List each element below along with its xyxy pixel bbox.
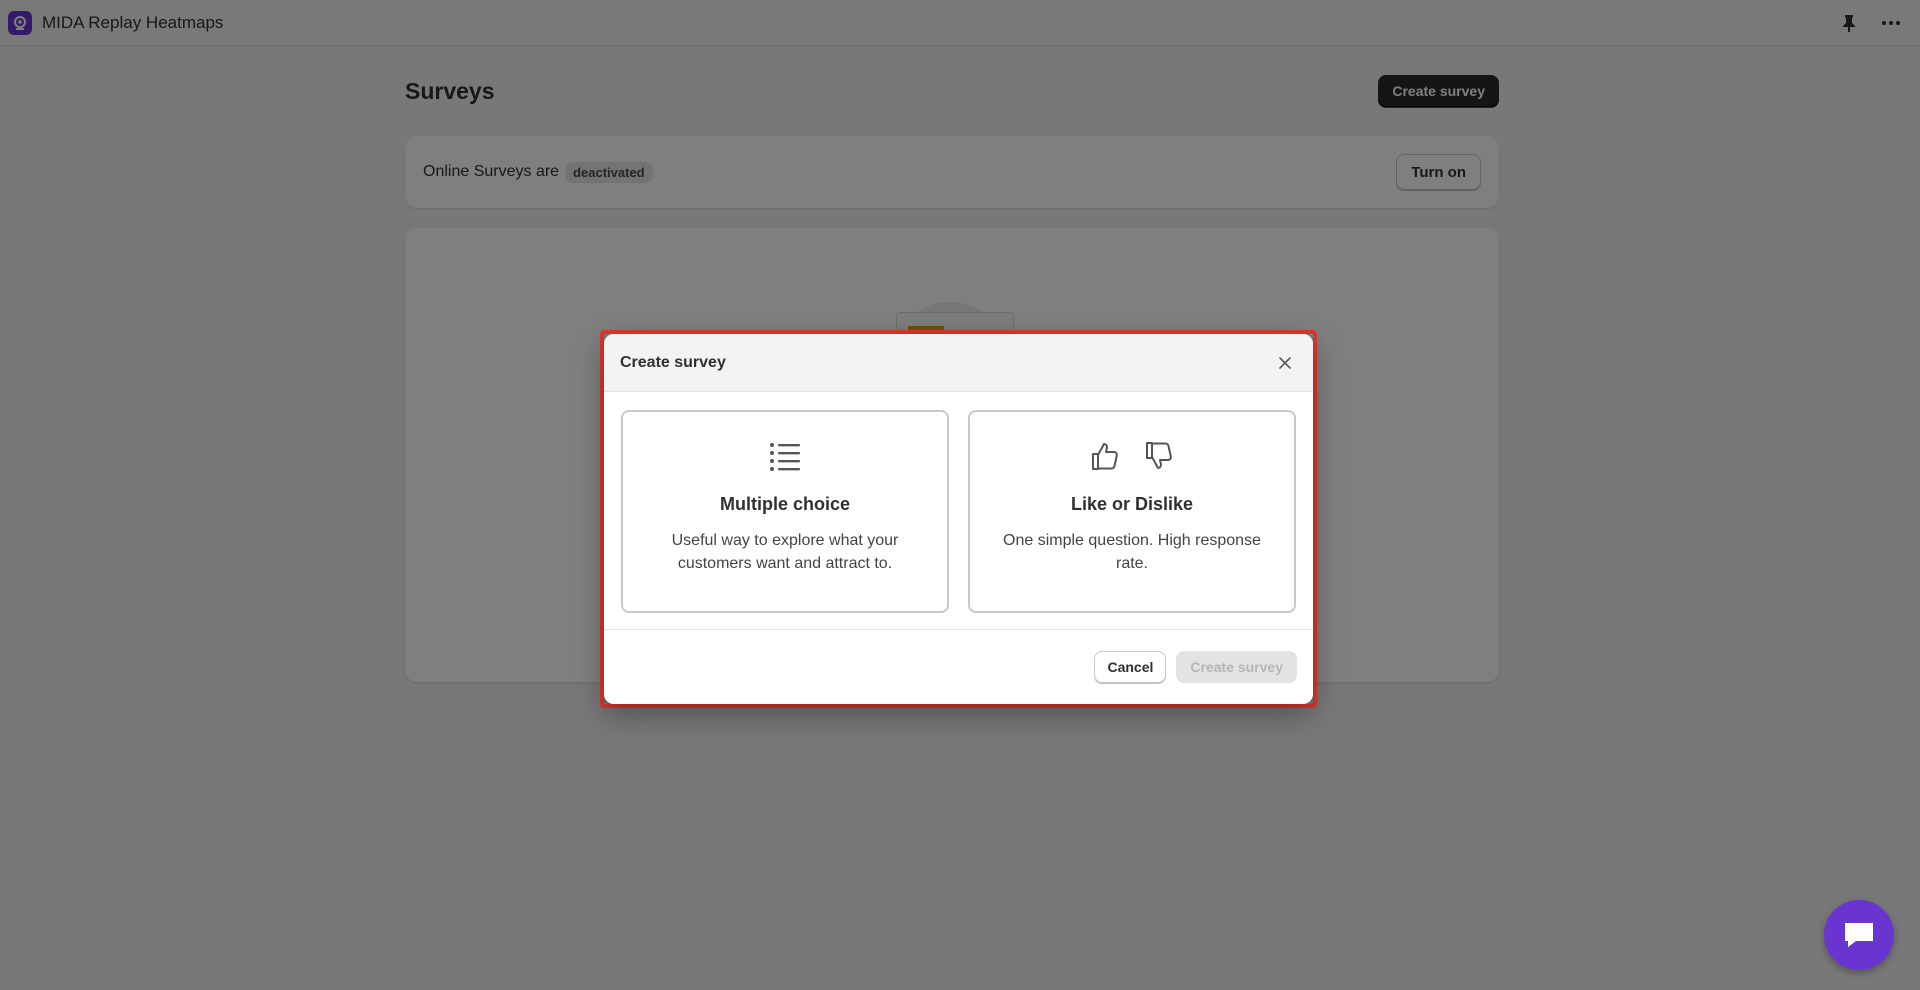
option-description: Useful way to explore what your customer…: [671, 532, 899, 572]
chat-icon[interactable]: [1824, 900, 1894, 970]
modal-highlight-frame: Create survey Multiple choice Useful way…: [600, 330, 1317, 708]
thumbs-down-icon: [1146, 442, 1172, 469]
option-title: Multiple choice: [719, 494, 851, 514]
thumbs-up-icon: [1092, 443, 1118, 470]
list-icon: [769, 438, 801, 474]
thumbs-up-down-icon: [1089, 438, 1175, 474]
modal-title: Create survey: [620, 353, 726, 371]
close-icon[interactable]: [1273, 351, 1297, 375]
cancel-button[interactable]: Cancel: [1094, 651, 1167, 683]
option-multiple-choice[interactable]: Multiple choice Useful way to explore wh…: [621, 410, 949, 613]
option-description: One simple question. High response rate.: [1003, 532, 1261, 572]
option-like-dislike[interactable]: Like or Dislike One simple question. Hig…: [968, 410, 1296, 613]
create-survey-submit-button[interactable]: Create survey: [1176, 651, 1297, 683]
option-title: Like or Dislike: [1070, 494, 1194, 514]
create-survey-modal: Create survey Multiple choice Useful way…: [604, 334, 1313, 704]
